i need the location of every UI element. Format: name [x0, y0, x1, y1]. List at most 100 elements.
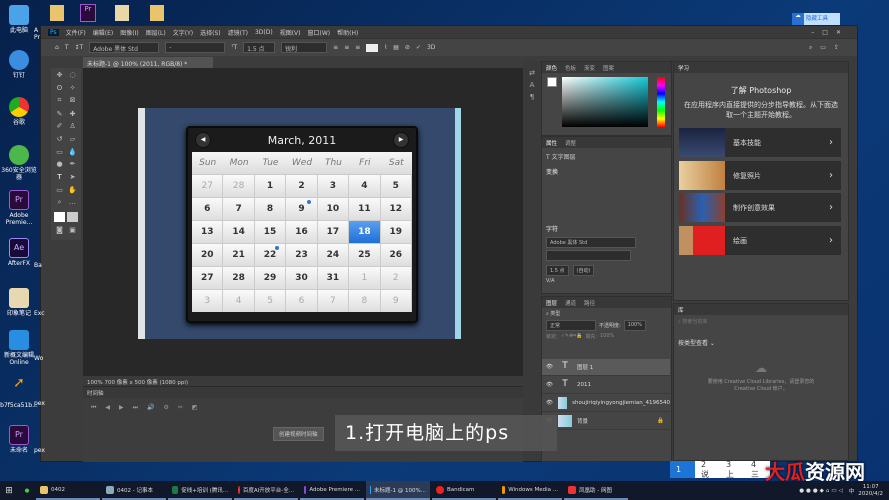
tab-learn[interactable]: 学习 — [678, 64, 689, 72]
eyedropper-icon[interactable]: ✎ — [54, 110, 65, 121]
hand-icon[interactable]: ✋ — [67, 186, 78, 197]
window-controls[interactable]: –□✕ — [811, 29, 849, 36]
size-field[interactable]: 1.5 点 — [546, 265, 569, 276]
layer-row[interactable]: 👁 T 2011 — [542, 377, 670, 394]
3d-button[interactable]: 3D — [427, 44, 435, 51]
antialias-select[interactable]: 锐利 — [281, 42, 328, 53]
cancel-icon[interactable]: ⊘ — [405, 44, 410, 51]
calendar-day[interactable]: 5 — [380, 174, 412, 197]
align-left-icon[interactable]: ≡ — [333, 44, 338, 51]
calendar-day[interactable]: 3 — [317, 174, 350, 197]
type-icon[interactable]: T — [54, 173, 65, 184]
fill-field[interactable]: 100% — [600, 333, 614, 340]
tab-patterns[interactable]: 图案 — [603, 64, 614, 72]
align-center-icon[interactable]: ≡ — [344, 44, 349, 51]
menu-type[interactable]: 文字(Y) — [173, 28, 193, 37]
stamp-icon[interactable]: ♙ — [67, 122, 78, 133]
visibility-eye-icon[interactable]: 👁 — [546, 364, 553, 370]
ime-candidate[interactable]: 2说 — [695, 460, 720, 480]
calendar-day[interactable]: 3 — [192, 289, 224, 312]
learn-item-painting[interactable]: 绘画 › — [679, 226, 841, 255]
panels-icon[interactable]: ▤ — [393, 44, 399, 51]
taskbar-item[interactable]: 0402 - 记事本 — [102, 481, 166, 500]
tab-libraries[interactable]: 库 — [678, 306, 684, 314]
tab-swatches[interactable]: 色板 — [565, 64, 576, 72]
menu-select[interactable]: 选择(S) — [200, 28, 221, 37]
view-by-type-select[interactable]: 按类型查看 ⌄ — [674, 328, 848, 349]
hide-toolbar-button[interactable]: ☁ 隐藏工具 — [792, 13, 840, 25]
panel-icon-strip[interactable]: ⇄ A ¶ — [523, 61, 541, 461]
start-icon[interactable]: ⊞ — [0, 486, 18, 496]
lock-icons[interactable]: ✓✎✥⌗🔒 — [561, 333, 583, 340]
folder-icon[interactable] — [150, 5, 164, 21]
background-color[interactable] — [67, 211, 78, 222]
system-tray-icons[interactable]: ●●●◆⌂▭◁ — [799, 488, 845, 494]
library-search[interactable]: ⌕ 搜索当前库 — [674, 315, 848, 328]
app-icon[interactable]: ● — [18, 488, 36, 494]
layer-row[interactable]: 👁 shoujiriqiyingyongjiemian_4196540 — [542, 395, 670, 412]
timeline-tab[interactable]: 时间轴 — [83, 387, 523, 398]
desktop-icon[interactable]: 360安全浏览器 — [0, 145, 38, 181]
learn-item-basic-skills[interactable]: 基本技能 › — [679, 128, 841, 157]
calendar-day[interactable]: 14 — [223, 220, 255, 243]
next-month-icon[interactable]: ▶ — [393, 132, 409, 148]
tab-color[interactable]: 颜色 — [546, 64, 557, 72]
warp-text-icon[interactable]: ⌇ — [384, 44, 387, 51]
font-size-select[interactable]: 1.5 点 — [243, 42, 276, 53]
taskbar-item[interactable]: 凤凰助 - 网图 — [564, 481, 628, 500]
eraser-icon[interactable]: ▱ — [67, 135, 78, 146]
calendar-day[interactable]: 25 — [349, 243, 381, 266]
lasso-tool-icon[interactable]: ʘ — [54, 84, 65, 95]
calendar-day[interactable]: 9 — [286, 197, 318, 220]
search-share-icons[interactable]: ⌕▭⇪ — [809, 44, 847, 52]
color-picker-field[interactable] — [562, 77, 648, 127]
desktop-icon[interactable]: 新概文编辑 Online — [0, 330, 38, 366]
align-right-icon[interactable]: ≡ — [355, 44, 360, 51]
ime-candidate[interactable]: 1是 — [670, 461, 695, 491]
marquee-tool-icon[interactable]: ◌ — [67, 71, 78, 82]
taskbar-item[interactable]: Bandicam — [432, 481, 496, 500]
calendar-day[interactable]: 23 — [286, 243, 318, 266]
tab-paths[interactable]: 路径 — [584, 299, 595, 307]
tab-layers[interactable]: 图层 — [546, 299, 557, 307]
brush-icon[interactable]: ✐ — [54, 122, 65, 133]
visibility-eye-icon[interactable]: 👁 — [546, 400, 553, 406]
calendar-day[interactable]: 2 — [286, 174, 318, 197]
calendar-day[interactable]: 2 — [380, 266, 412, 289]
frame-tool-icon[interactable]: ⊠ — [67, 96, 78, 108]
tab-gradients[interactable]: 渐变 — [584, 64, 595, 72]
calendar-day[interactable]: 30 — [286, 266, 318, 289]
clock[interactable]: 11:07 2020/4/2 — [858, 484, 883, 498]
calendar-day[interactable]: 29 — [254, 266, 287, 289]
healing-icon[interactable]: ✚ — [67, 110, 78, 121]
taskbar-item[interactable]: 未标题-1 @ 100%... — [366, 481, 430, 500]
learn-item-creative-effects[interactable]: 制作创意效果 › — [679, 193, 841, 222]
orientation-icon[interactable]: ↕T — [74, 44, 83, 51]
calendar-day[interactable]: 11 — [349, 197, 381, 220]
blend-mode-select[interactable]: 正常 — [546, 320, 596, 331]
blur-icon[interactable]: 💧 — [67, 148, 78, 159]
calendar-day[interactable]: 9 — [380, 289, 412, 312]
menu-view[interactable]: 视图(V) — [280, 28, 301, 37]
leading-field[interactable]: (自动) — [572, 265, 595, 276]
calendar-day[interactable]: 31 — [317, 266, 350, 289]
dodge-icon[interactable]: ● — [54, 160, 65, 171]
taskbar-item[interactable]: 促线+培训 (腾讯... — [168, 481, 232, 500]
taskbar-item[interactable]: 0402 — [36, 481, 100, 500]
calendar-day[interactable]: 7 — [223, 197, 255, 220]
calendar-day[interactable]: 28 — [223, 266, 255, 289]
desktop-icon[interactable]: 钉钉 — [0, 50, 38, 79]
font-style-field[interactable] — [546, 250, 631, 261]
desktop-icon[interactable]: Ae AfterFX — [0, 238, 38, 267]
layer-filter[interactable]: ⌕ 类型 — [542, 308, 671, 319]
foreground-swatch[interactable] — [547, 77, 557, 87]
calendar-day[interactable]: 26 — [380, 243, 412, 266]
calendar-day[interactable]: 6 — [286, 289, 318, 312]
calendar-day[interactable]: 20 — [192, 243, 224, 266]
tab-adjustments[interactable]: 调整 — [565, 139, 576, 147]
calendar-day[interactable]: 1 — [349, 266, 381, 289]
calendar-day[interactable]: 12 — [380, 197, 412, 220]
document-tab[interactable]: 未标题-1 @ 100% (2011, RGB/8) * — [83, 57, 213, 68]
folder-icon[interactable] — [115, 5, 129, 21]
commit-icon[interactable]: ✓ — [416, 44, 421, 51]
